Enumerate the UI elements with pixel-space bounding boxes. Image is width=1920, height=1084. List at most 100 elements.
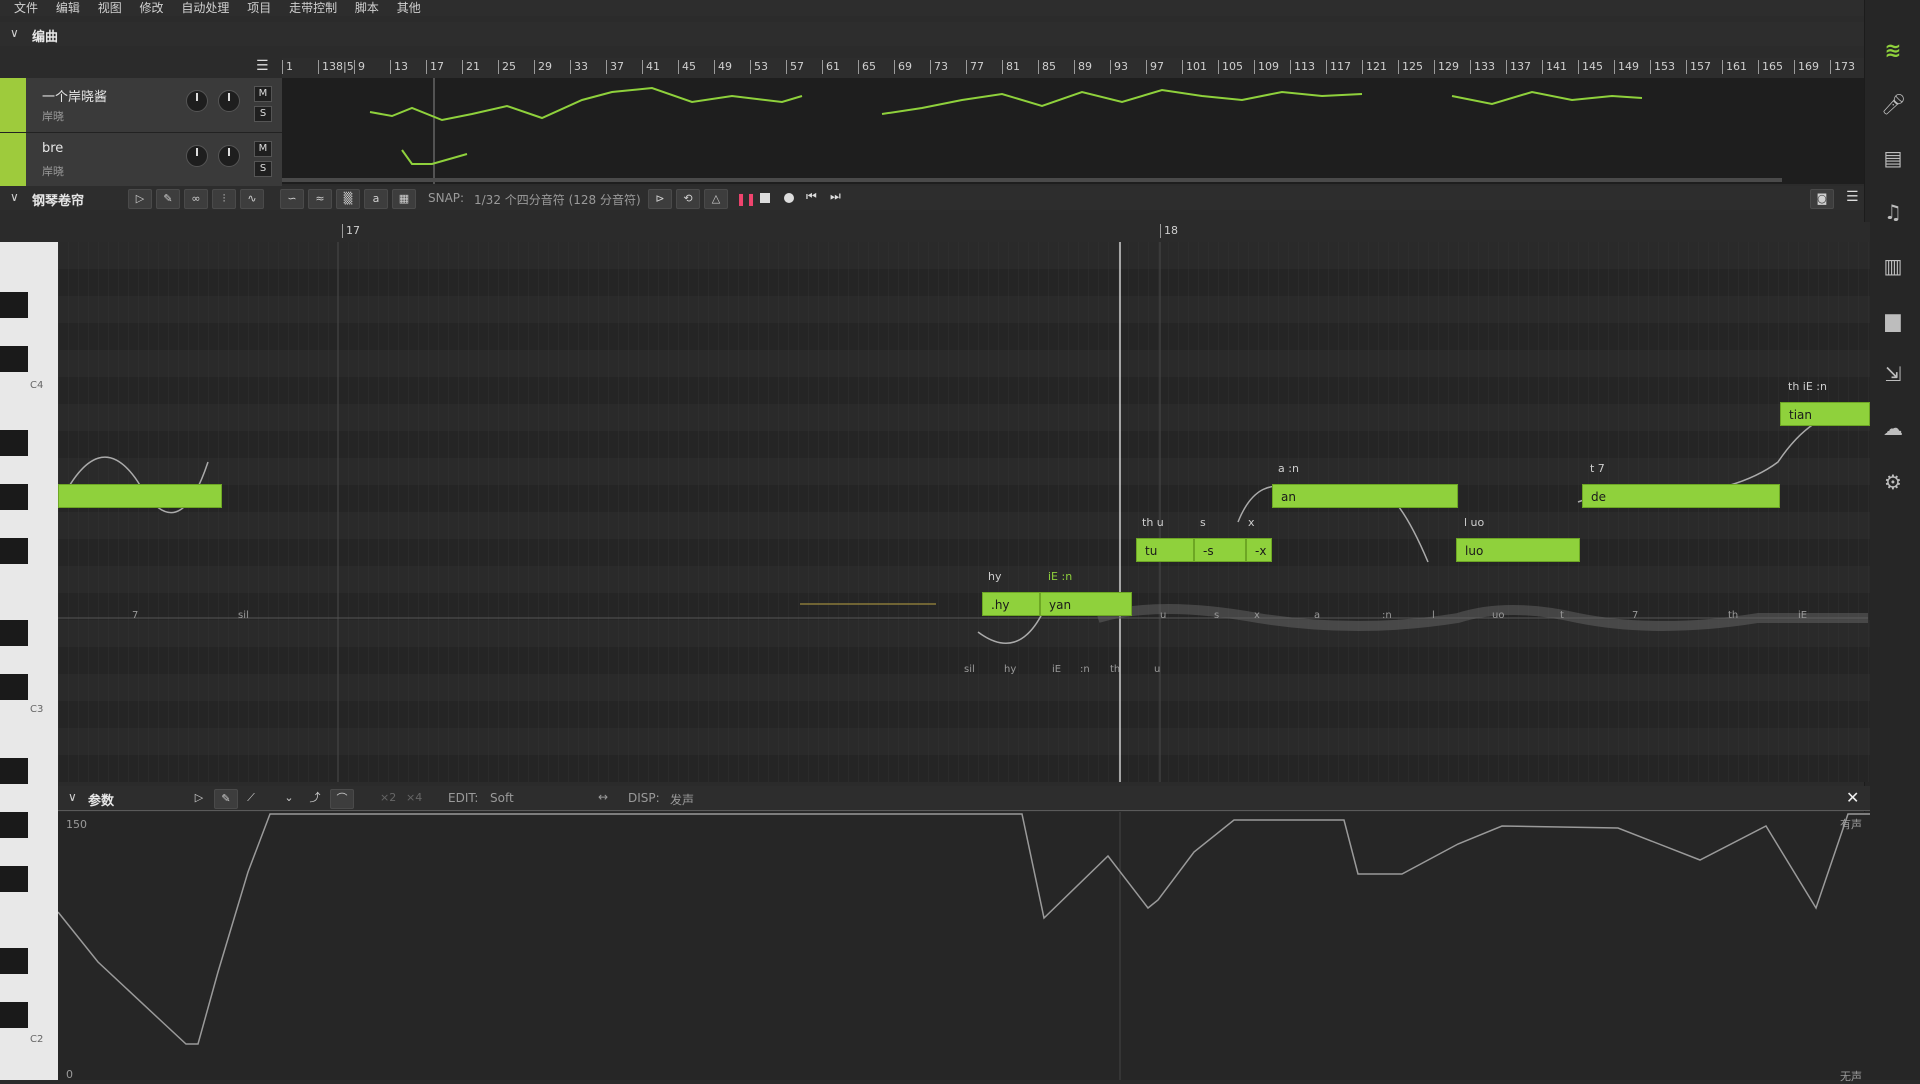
chevron-down-icon[interactable]: ∨	[10, 26, 19, 40]
disp-label: DISP:	[628, 791, 660, 805]
ruler-tick: 13	[390, 60, 408, 74]
camera-icon[interactable]: ◙	[1810, 189, 1834, 209]
pan-knob[interactable]	[218, 145, 240, 167]
split-tool-icon[interactable]: ⫶	[212, 189, 236, 209]
menu-modify[interactable]: 修改	[140, 0, 164, 16]
params-curve-area[interactable]: 150 有声 0 无声	[58, 812, 1870, 1083]
smooth-up-icon[interactable]: ⤴	[304, 789, 326, 807]
pause-icon[interactable]: ❚❚	[736, 192, 756, 206]
arrange-ruler[interactable]: 1 138|5 9 13 17 21 25 29 33 37 41 45 49 53 57 61 65 69 73 7…	[282, 58, 1864, 78]
record-icon[interactable]	[784, 193, 794, 203]
wave-phoneme: 7	[1632, 610, 1639, 621]
link-tool-icon[interactable]: ∞	[184, 189, 208, 209]
menu-other[interactable]: 其他	[397, 0, 421, 16]
volume-knob[interactable]	[186, 145, 208, 167]
note-block[interactable]: -s	[1194, 538, 1246, 562]
skip-start-icon[interactable]: ⏮	[806, 189, 817, 204]
music-note-icon[interactable]: ♫	[1881, 200, 1905, 224]
phoneme-label: hy	[988, 570, 1002, 583]
lyrics-toggle-icon[interactable]: a	[364, 189, 388, 209]
mute-button[interactable]: M	[254, 141, 272, 157]
arrange-tracks-area[interactable]	[282, 78, 1864, 184]
loop-icon[interactable]: ⟲	[676, 189, 700, 209]
note-block[interactable]: -x	[1246, 538, 1272, 562]
menu-transport[interactable]: 走带控制	[289, 0, 337, 16]
pencil-tool-icon[interactable]: ✎	[214, 789, 238, 809]
note-block[interactable]: luo	[1456, 538, 1580, 562]
menu-auto-process[interactable]: 自动处理	[181, 0, 229, 16]
ruler-tick: 97	[1146, 60, 1164, 74]
wave-phoneme: 7	[132, 610, 139, 621]
track-name[interactable]: bre	[42, 141, 63, 156]
note-block[interactable]: yan	[1040, 592, 1132, 616]
piano-roll-grid[interactable]: .hy yan tu -s -x an luo de tian hy iE :n…	[58, 242, 1870, 782]
volume-knob[interactable]	[186, 90, 208, 112]
select-tool-icon[interactable]: ▷	[128, 189, 152, 209]
track-name[interactable]: 一个岸晓酱	[42, 86, 107, 105]
note-block[interactable]: tian	[1780, 402, 1870, 426]
pitch-tool-icon[interactable]: ∽	[280, 189, 304, 209]
ruler-tick: 165	[1758, 60, 1783, 74]
piano-toggle-icon[interactable]: ▦	[392, 189, 416, 209]
follow-playhead-icon[interactable]: ⊳	[648, 189, 672, 209]
ruler-tick: 141	[1542, 60, 1567, 74]
curve-tool-icon[interactable]: ∿	[240, 189, 264, 209]
solo-button[interactable]: S	[254, 161, 272, 177]
smooth-down-icon[interactable]: ⌄	[278, 789, 300, 807]
clapperboard-icon[interactable]: ▤	[1881, 146, 1905, 170]
menu-edit[interactable]: 编辑	[56, 0, 80, 16]
select-tool-icon[interactable]: ▷	[188, 789, 210, 807]
ruler-tick: 149	[1614, 60, 1639, 74]
piano-roll-menu-icon[interactable]: ☰	[1846, 189, 1859, 205]
metronome-icon[interactable]: △	[704, 189, 728, 209]
piano-keyboard[interactable]: C4 C3 C2	[0, 242, 58, 1080]
param-min-value: 0	[66, 1068, 73, 1081]
piano-roll-toolbar: ∨ 钢琴卷帘 ▷ ✎ ∞ ⫶ ∿ ∽ ≈ ▒ a ▦ SNAP: 1/32 个四…	[0, 186, 1864, 210]
track-header[interactable]: bre 岸晓 M S	[0, 133, 282, 188]
microphone-icon[interactable]: 🎤︎	[1881, 92, 1906, 116]
note-block[interactable]: de	[1582, 484, 1780, 508]
chevron-down-icon[interactable]: ∨	[68, 790, 77, 804]
disp-select[interactable]: 发声	[670, 791, 694, 808]
track-header[interactable]: 一个岸晓酱 岸晓 M S	[0, 78, 282, 133]
ruler-tick: 105	[1218, 60, 1243, 74]
menu-view[interactable]: 视图	[98, 0, 122, 16]
arc-tool-icon[interactable]: ⌒	[330, 789, 354, 809]
ruler-tick: 157	[1686, 60, 1711, 74]
export-icon[interactable]: ⇲	[1881, 362, 1905, 386]
param-corner-top: 有声	[1840, 818, 1862, 831]
note-block[interactable]: an	[1272, 484, 1458, 508]
arrange-title: 编曲	[32, 30, 59, 45]
book-icon[interactable]: ▆	[1881, 308, 1905, 332]
chevron-down-icon[interactable]: ∨	[10, 190, 19, 204]
piano-roll-ruler[interactable]: 17 18	[58, 222, 1870, 242]
waveform-toggle-icon[interactable]: ▒	[336, 189, 360, 209]
swap-arrows-icon[interactable]: ↔	[598, 790, 608, 804]
menu-script[interactable]: 脚本	[355, 0, 379, 16]
scale-x2-button[interactable]: ×2	[380, 791, 396, 804]
library-icon[interactable]: ▥	[1881, 254, 1905, 278]
line-tool-icon[interactable]: ⟋	[240, 789, 262, 807]
note-block[interactable]	[58, 484, 222, 508]
stop-icon[interactable]	[760, 193, 770, 203]
menu-file[interactable]: 文件	[14, 0, 38, 16]
edit-mode-select[interactable]: Soft	[490, 791, 514, 805]
mute-button[interactable]: M	[254, 86, 272, 102]
solo-button[interactable]: S	[254, 106, 272, 122]
settings-icon[interactable]: ⚙	[1881, 470, 1905, 494]
pencil-tool-icon[interactable]: ✎	[156, 189, 180, 209]
note-block[interactable]: tu	[1136, 538, 1194, 562]
ruler-tick: 129	[1434, 60, 1459, 74]
grid-background	[58, 242, 1870, 782]
close-icon[interactable]: ✕	[1846, 788, 1859, 807]
note-block[interactable]: .hy	[982, 592, 1040, 616]
vibrato-tool-icon[interactable]: ≈	[308, 189, 332, 209]
scale-x4-button[interactable]: ×4	[406, 791, 422, 804]
track-menu-icon[interactable]: ☰	[256, 58, 270, 74]
pan-knob[interactable]	[218, 90, 240, 112]
ruler-tick: 33	[570, 60, 588, 74]
skip-end-icon[interactable]: ⏭	[830, 189, 841, 204]
cloud-icon[interactable]: ☁	[1881, 416, 1905, 440]
snap-select[interactable]: 1/32 个四分音符 (128 分音符)	[474, 191, 641, 208]
menu-project[interactable]: 项目	[247, 0, 271, 16]
